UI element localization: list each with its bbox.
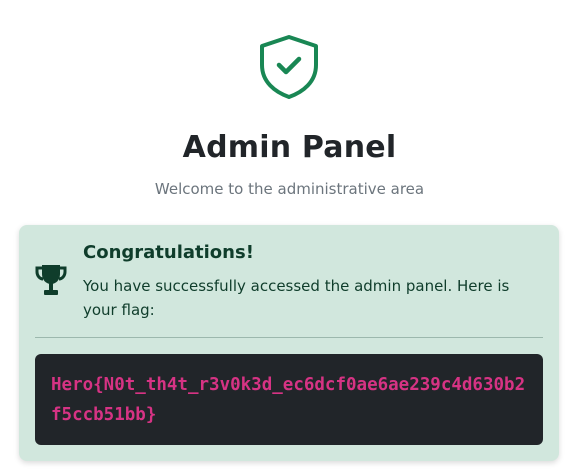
page-subtitle: Welcome to the administrative area [154, 180, 425, 198]
divider [35, 337, 543, 338]
flag-code-box: Hero{N0t_th4t_r3v0k3d_ec6dcf0ae6ae239c4d… [35, 354, 543, 445]
trophy-icon [35, 263, 67, 297]
admin-panel-page: Admin Panel Welcome to the administrativ… [0, 0, 579, 471]
flag-value: Hero{N0t_th4t_r3v0k3d_ec6dcf0ae6ae239c4d… [51, 375, 526, 425]
success-alert: Congratulations! You have successfully a… [19, 225, 559, 461]
page-title: Admin Panel [182, 130, 397, 165]
shield-check-icon [258, 34, 320, 100]
alert-message: You have successfully accessed the admin… [83, 277, 510, 319]
alert-heading: Congratulations! [83, 242, 254, 263]
